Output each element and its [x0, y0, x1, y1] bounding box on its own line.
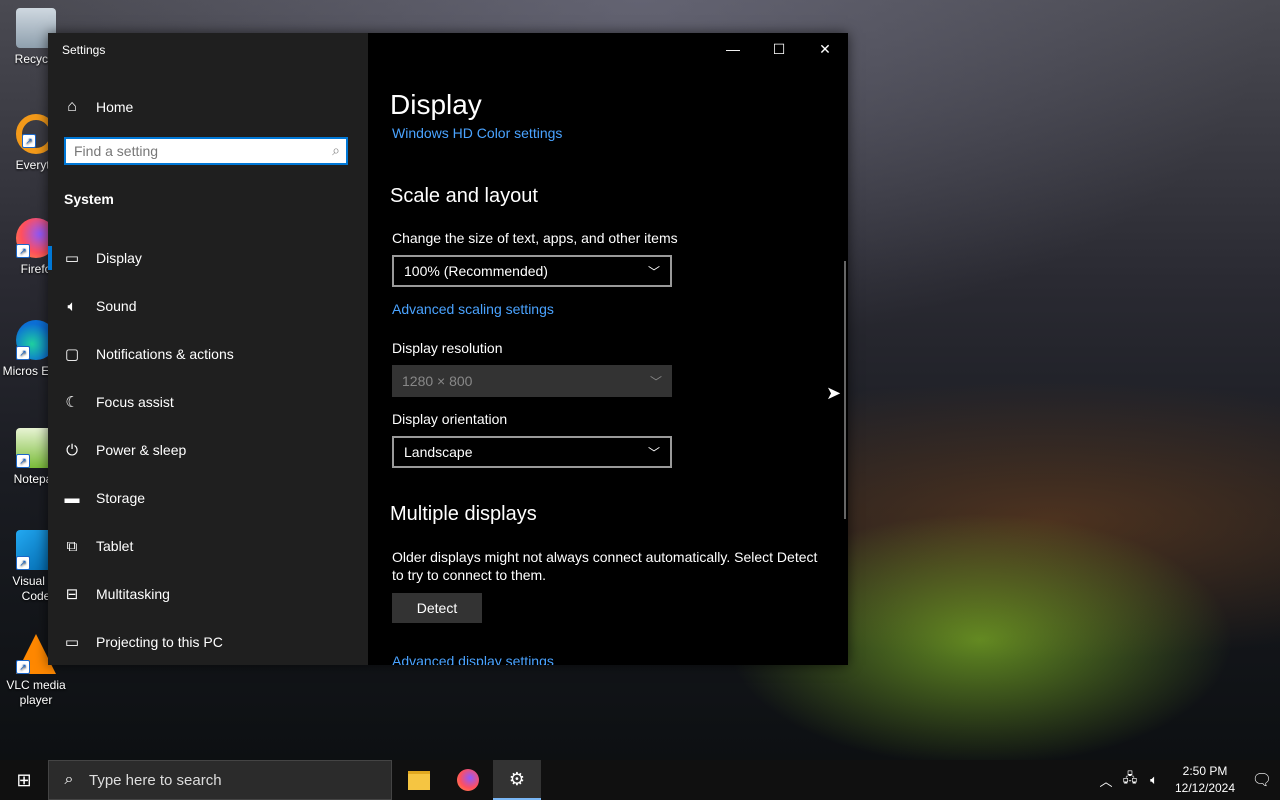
- taskbar: ⊞ ⌕ Type here to search ⚙ ︿ 🖧︎ 🔈︎ 2:50 P…: [0, 760, 1280, 800]
- search-box: ⌕: [64, 137, 348, 165]
- clock-time: 2:50 PM: [1182, 764, 1228, 778]
- chevron-up-icon[interactable]: ︿: [1094, 771, 1118, 790]
- advanced-scaling-link[interactable]: Advanced scaling settings: [392, 301, 554, 317]
- sidebar-item-projecting[interactable]: ▭ Projecting to this PC: [48, 618, 368, 666]
- shortcut-arrow-icon: ↗: [16, 556, 30, 570]
- settings-window: Settings ⌂ Home ⌕ System ▭ Display 🔈︎ So…: [48, 33, 848, 665]
- content-pane: — ☐ ✕ Display Windows HD Color settings …: [368, 33, 848, 665]
- section-title: System: [64, 191, 114, 207]
- sidebar-item-sound[interactable]: 🔈︎ Sound: [48, 282, 368, 330]
- monitor-icon: ▭: [64, 250, 80, 267]
- sidebar-item-power-sleep[interactable]: ⏻ Power & sleep: [48, 426, 368, 474]
- taskbar-app-firefox[interactable]: [444, 760, 492, 800]
- search-icon[interactable]: ⌕: [332, 142, 340, 159]
- action-center-icon[interactable]: 🗨︎: [1244, 770, 1280, 790]
- shortcut-arrow-icon: ↗: [16, 346, 30, 360]
- tablet-icon: ⧉: [66, 537, 78, 555]
- home-icon: ⌂: [67, 98, 77, 115]
- projecting-icon: ▭: [64, 634, 80, 651]
- network-icon[interactable]: 🖧︎: [1118, 769, 1142, 791]
- chevron-down-icon: ﹀: [647, 445, 660, 460]
- sidebar-item-label: Projecting to this PC: [96, 634, 223, 650]
- shortcut-arrow-icon: ↗: [16, 454, 30, 468]
- close-button[interactable]: ✕: [802, 33, 848, 65]
- volume-muted-icon[interactable]: 🔈︎: [1142, 772, 1166, 788]
- scrollbar[interactable]: [844, 261, 846, 519]
- window-title: Settings: [62, 43, 106, 57]
- sidebar-nav: ▭ Display 🔈︎ Sound ▢ Notifications & act…: [48, 234, 368, 666]
- resolution-value: 1280 × 800: [402, 373, 473, 389]
- chevron-down-icon: ﹀: [647, 264, 660, 279]
- windows-logo-icon: ⊞: [16, 769, 32, 790]
- search-input[interactable]: [66, 139, 332, 163]
- taskbar-app-settings[interactable]: ⚙: [493, 760, 541, 800]
- sidebar-item-label: Multitasking: [96, 586, 170, 602]
- multiple-displays-description: Older displays might not always connect …: [392, 549, 818, 583]
- sidebar-item-label: Storage: [96, 490, 146, 506]
- gear-icon: ⚙: [508, 768, 526, 789]
- sidebar-item-label: Display: [96, 250, 142, 266]
- scale-layout-heading: Scale and layout: [390, 185, 538, 207]
- folder-icon: [408, 770, 430, 790]
- resolution-label: Display resolution: [392, 340, 503, 356]
- sidebar-item-label: Notifications & actions: [96, 346, 234, 362]
- speaker-icon: 🔈︎: [67, 297, 77, 315]
- sidebar-item-tablet[interactable]: ⧉ Tablet: [48, 522, 368, 570]
- sidebar-item-label: Power & sleep: [96, 442, 187, 458]
- taskbar-search-placeholder: Type here to search: [89, 771, 222, 789]
- sidebar: Settings ⌂ Home ⌕ System ▭ Display 🔈︎ So…: [48, 33, 368, 665]
- maximize-button[interactable]: ☐: [756, 33, 802, 65]
- minimize-button[interactable]: —: [710, 33, 756, 65]
- hd-color-settings-link[interactable]: Windows HD Color settings: [392, 125, 562, 141]
- page-title: Display: [390, 89, 482, 120]
- orientation-value: Landscape: [404, 444, 473, 460]
- sidebar-item-home[interactable]: ⌂ Home: [48, 91, 368, 123]
- sidebar-item-display[interactable]: ▭ Display: [48, 234, 368, 282]
- sidebar-item-label: Tablet: [96, 538, 134, 554]
- clock[interactable]: 2:50 PM 12/12/2024: [1166, 763, 1244, 797]
- shortcut-arrow-icon: ↗: [16, 660, 30, 674]
- taskbar-search[interactable]: ⌕ Type here to search: [48, 760, 392, 800]
- sidebar-item-multitasking[interactable]: ⊟ Multitasking: [48, 570, 368, 618]
- window-controls: — ☐ ✕: [710, 33, 848, 65]
- sidebar-item-focus-assist[interactable]: ☾ Focus assist: [48, 378, 368, 426]
- orientation-label: Display orientation: [392, 411, 508, 427]
- notification-icon: ▢: [64, 346, 80, 363]
- scale-label: Change the size of text, apps, and other…: [392, 230, 678, 246]
- storage-icon: ▬: [64, 489, 80, 507]
- taskbar-app-file-explorer[interactable]: [395, 760, 443, 800]
- desktop-icon-label: Firefo: [20, 262, 52, 276]
- sidebar-item-label: Focus assist: [96, 394, 174, 410]
- power-icon: ⏻: [66, 441, 78, 459]
- sidebar-item-label: Home: [96, 99, 134, 115]
- mouse-cursor-icon: ➤: [826, 383, 842, 403]
- multiple-displays-heading: Multiple displays: [390, 503, 537, 525]
- shortcut-arrow-icon: ↗: [16, 244, 30, 258]
- chevron-down-icon: ﹀: [649, 374, 662, 389]
- search-icon: ⌕: [64, 771, 74, 788]
- moon-icon: ☾: [65, 394, 79, 411]
- sidebar-item-label: Sound: [96, 298, 137, 314]
- detect-button[interactable]: Detect: [392, 593, 482, 623]
- orientation-dropdown[interactable]: Landscape ﹀: [392, 436, 672, 468]
- sidebar-item-storage[interactable]: ▬ Storage: [48, 474, 368, 522]
- sidebar-item-notifications[interactable]: ▢ Notifications & actions: [48, 330, 368, 378]
- start-button[interactable]: ⊞: [0, 760, 48, 800]
- clock-date: 12/12/2024: [1174, 781, 1236, 795]
- multitasking-icon: ⊟: [65, 586, 79, 603]
- advanced-display-settings-link[interactable]: Advanced display settings: [392, 653, 554, 665]
- firefox-icon: [457, 769, 479, 791]
- resolution-dropdown[interactable]: 1280 × 800 ﹀: [392, 365, 672, 397]
- shortcut-arrow-icon: ↗: [22, 134, 36, 148]
- desktop-icon-label: VLC media player: [6, 678, 66, 707]
- system-tray: ︿ 🖧︎ 🔈︎ 2:50 PM 12/12/2024 🗨︎: [1094, 760, 1280, 800]
- scale-value: 100% (Recommended): [404, 263, 548, 279]
- scale-dropdown[interactable]: 100% (Recommended) ﹀: [392, 255, 672, 287]
